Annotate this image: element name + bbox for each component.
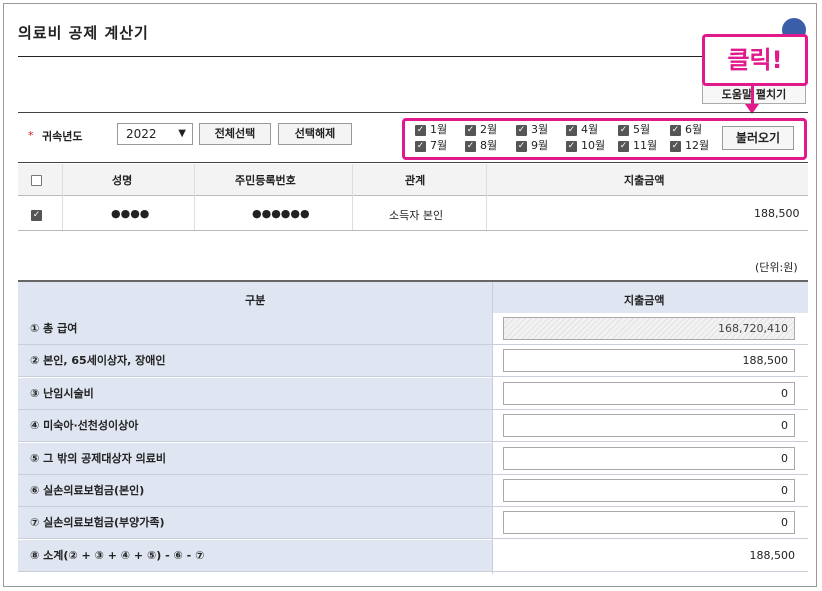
month-checkbox-8[interactable]: ✓ 8월 — [465, 139, 497, 153]
month-checkbox-3[interactable]: ✓ 3월 — [516, 123, 548, 137]
header-checkbox[interactable] — [31, 173, 42, 186]
calc-row-input: 168,720,410 — [503, 317, 795, 340]
unit-label: (단위:원) — [755, 261, 798, 274]
month-label: 4월 — [581, 123, 599, 136]
calc-col-amount-header: 지출금액 — [624, 294, 665, 307]
calc-row-label: ④ 미숙아·선천성이상아 — [18, 410, 492, 441]
calc-row-input[interactable]: 0 — [503, 382, 795, 405]
calc-table-header — [18, 282, 808, 313]
checkbox-checked-icon: ✓ — [670, 124, 681, 136]
calc-row-input[interactable]: 0 — [503, 511, 795, 534]
calc-row-input[interactable]: 0 — [503, 479, 795, 502]
checkbox-checked-icon: ✓ — [618, 124, 629, 136]
col-id-header: 주민등록번호 — [235, 174, 296, 187]
month-checkbox-1[interactable]: ✓ 1월 — [415, 123, 447, 137]
month-label: 9월 — [531, 139, 549, 152]
year-label: 귀속년도 — [42, 130, 83, 143]
calc-row-divider — [18, 571, 808, 572]
month-checkbox-7[interactable]: ✓ 7월 — [415, 139, 447, 153]
checkbox-checked-icon: ✓ — [465, 124, 476, 136]
calc-row-input[interactable]: 0 — [503, 414, 795, 437]
col-divider — [194, 164, 195, 230]
person-table-top — [18, 162, 808, 163]
select-all-button[interactable]: 전체선택 — [199, 123, 271, 145]
month-label: 1월 — [430, 123, 448, 136]
checkbox-checked-icon: ✓ — [415, 124, 426, 136]
calc-row-label: ② 본인, 65세이상자, 장애인 — [18, 345, 492, 376]
month-label: 11월 — [633, 139, 658, 152]
col-amount-header: 지출금액 — [624, 174, 665, 187]
month-label: 5월 — [633, 123, 651, 136]
title-divider — [18, 56, 808, 57]
filter-divider — [18, 112, 808, 113]
year-value: 2022 — [126, 127, 157, 141]
checkbox-checked-icon: ✓ — [618, 140, 629, 152]
month-label: 6월 — [685, 123, 703, 136]
checkbox-checked-icon: ✓ — [670, 140, 681, 152]
calculator-window: 의료비 공제 계산기 도움말 펼치기 클릭! * 귀속년도 2022 ▼ 전체선… — [3, 3, 817, 587]
month-label: 7월 — [430, 139, 448, 152]
month-checkbox-5[interactable]: ✓ 5월 — [618, 123, 650, 137]
month-label: 2월 — [480, 123, 498, 136]
calc-row-divider — [18, 538, 808, 539]
month-checkbox-2[interactable]: ✓ 2월 — [465, 123, 497, 137]
checkbox-checked-icon: ✓ — [516, 140, 527, 152]
calc-row-label: ⑦ 실손의료보험금(부양가족) — [18, 507, 492, 538]
month-label: 3월 — [531, 123, 549, 136]
calc-row-input[interactable]: 0 — [503, 447, 795, 470]
checkbox-checked-icon: ✓ — [566, 140, 577, 152]
required-star: * — [28, 129, 34, 142]
calc-row-label: ① 총 급여 — [18, 313, 492, 344]
calc-row-divider — [18, 376, 808, 377]
month-checkbox-12[interactable]: ✓ 12월 — [670, 139, 709, 153]
calc-row-divider — [18, 441, 808, 442]
row-id: ●●●●●● — [252, 207, 310, 220]
page-title: 의료비 공제 계산기 — [18, 24, 149, 42]
col-divider — [62, 164, 63, 230]
month-label: 10월 — [581, 139, 606, 152]
chevron-down-icon: ▼ — [178, 128, 186, 139]
row-relation: 소득자 본인 — [389, 209, 444, 222]
click-callout: 클릭! — [702, 34, 808, 86]
row-checkbox[interactable]: ✓ — [31, 208, 42, 221]
col-relation-header: 관계 — [405, 174, 426, 187]
month-label: 12월 — [685, 139, 710, 152]
person-header-divider — [18, 195, 808, 196]
month-checkbox-9[interactable]: ✓ 9월 — [516, 139, 548, 153]
month-checkbox-4[interactable]: ✓ 4월 — [566, 123, 598, 137]
year-select[interactable]: 2022 ▼ — [117, 123, 193, 145]
help-expand-button[interactable]: 도움말 펼치기 — [702, 84, 806, 104]
month-checkbox-6[interactable]: ✓ 6월 — [670, 123, 702, 137]
row-name: ●●●● — [111, 207, 150, 220]
calc-row-label: ⑤ 그 밖의 공제대상자 의료비 — [18, 443, 492, 474]
month-label: 8월 — [480, 139, 498, 152]
checkbox-checked-icon: ✓ — [465, 140, 476, 152]
month-checkbox-10[interactable]: ✓ 10월 — [566, 139, 605, 153]
calc-row-label: ⑥ 실손의료보험금(본인) — [18, 475, 492, 506]
checkbox-checked-icon: ✓ — [415, 140, 426, 152]
col-divider — [486, 164, 487, 230]
calc-col-category-header: 구분 — [245, 294, 266, 307]
checkbox-checked-icon: ✓ — [566, 124, 577, 136]
col-divider — [352, 164, 353, 230]
deselect-all-button[interactable]: 선택해제 — [278, 123, 352, 145]
callout-arrow — [751, 86, 754, 106]
checkbox-checked-icon: ✓ — [516, 124, 527, 136]
calc-col-divider — [492, 282, 493, 574]
row-amount: 188,500 — [754, 207, 800, 220]
calc-row-label: ⑧ 소계(② + ③ + ④ + ⑤) - ⑥ - ⑦ — [18, 540, 492, 571]
month-checkbox-11[interactable]: ✓ 11월 — [618, 139, 657, 153]
person-table-bottom — [18, 230, 808, 231]
calc-row-total: 188,500 — [749, 549, 796, 562]
load-button[interactable]: 불러오기 — [722, 126, 794, 150]
calc-row-input[interactable]: 188,500 — [503, 349, 795, 372]
col-name-header: 성명 — [112, 174, 133, 187]
calc-row-label: ③ 난임시술비 — [18, 378, 492, 409]
